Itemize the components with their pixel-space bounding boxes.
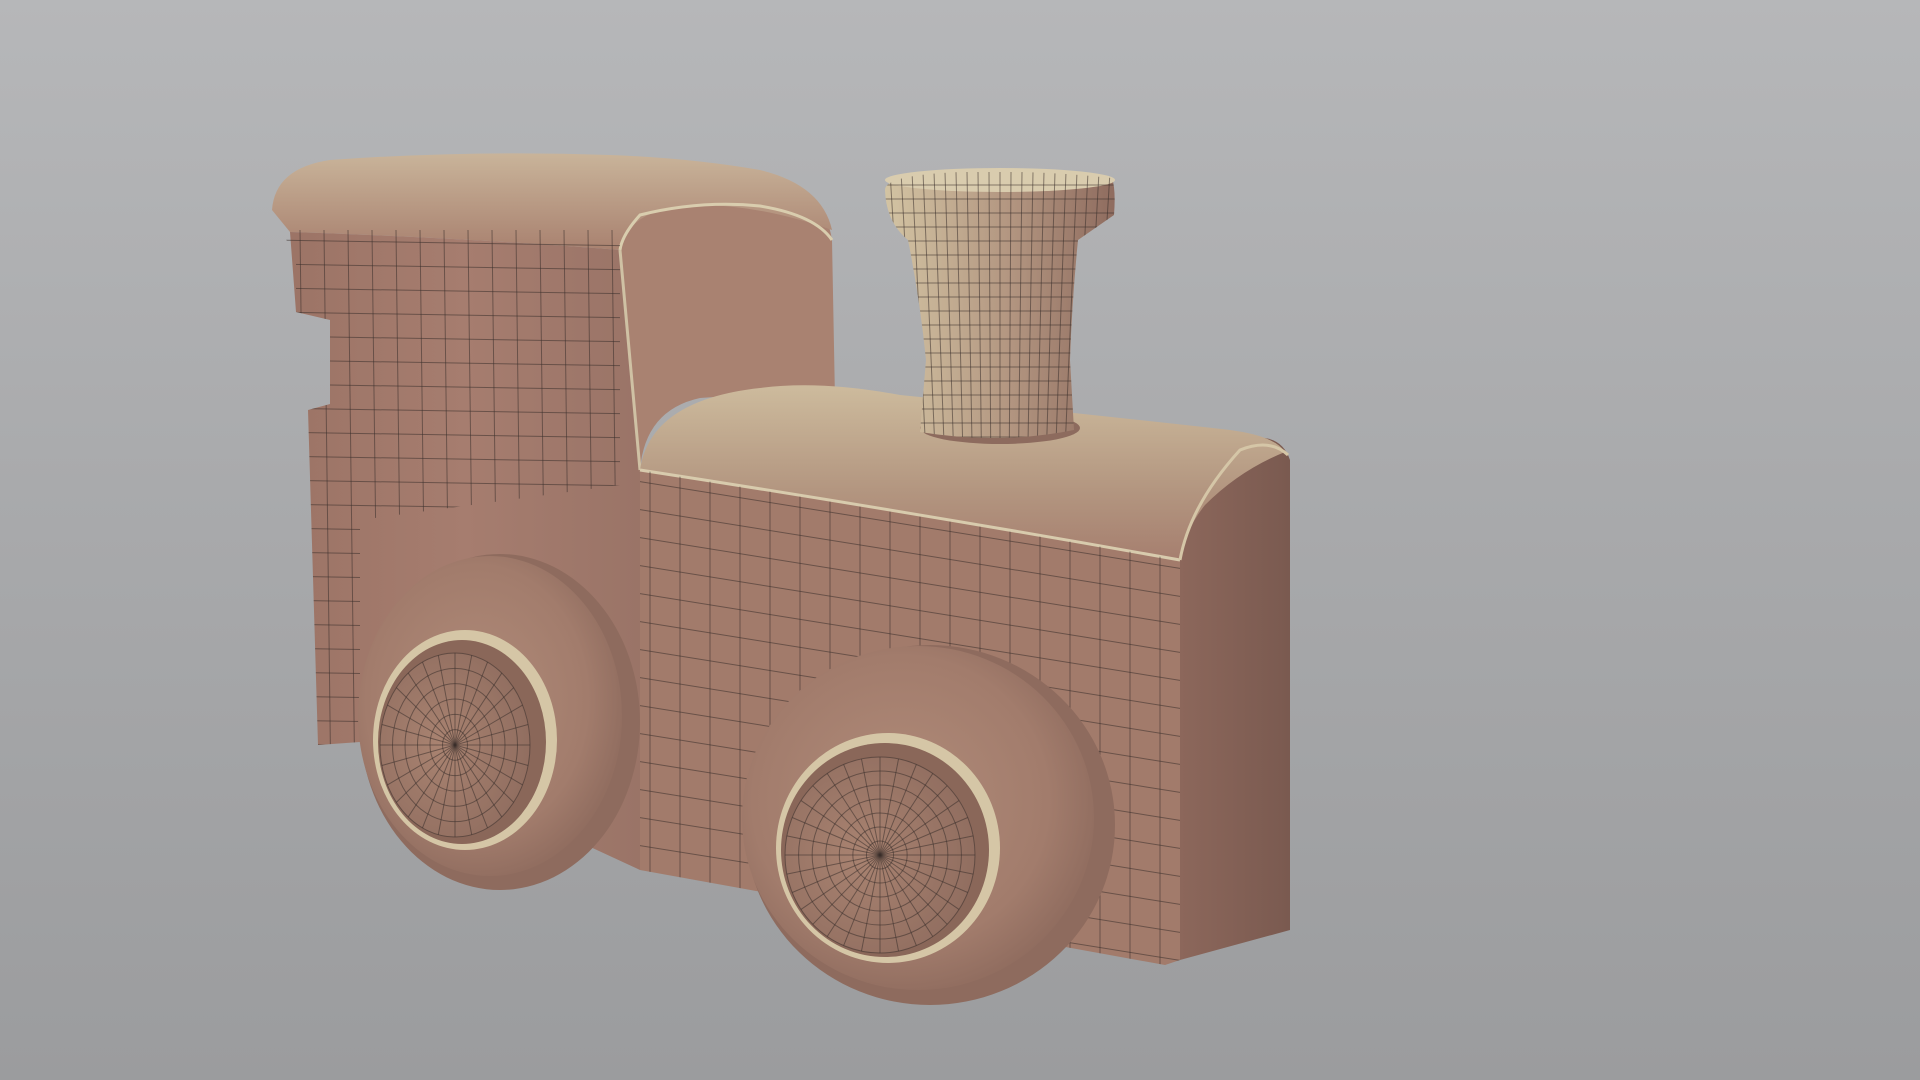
3d-viewport[interactable] (0, 0, 1920, 1080)
front-wheel-wire (784, 756, 976, 954)
front-wheel (742, 645, 1115, 1005)
rear-wheel (358, 554, 640, 890)
viewport-scene (271, 153, 1290, 1005)
